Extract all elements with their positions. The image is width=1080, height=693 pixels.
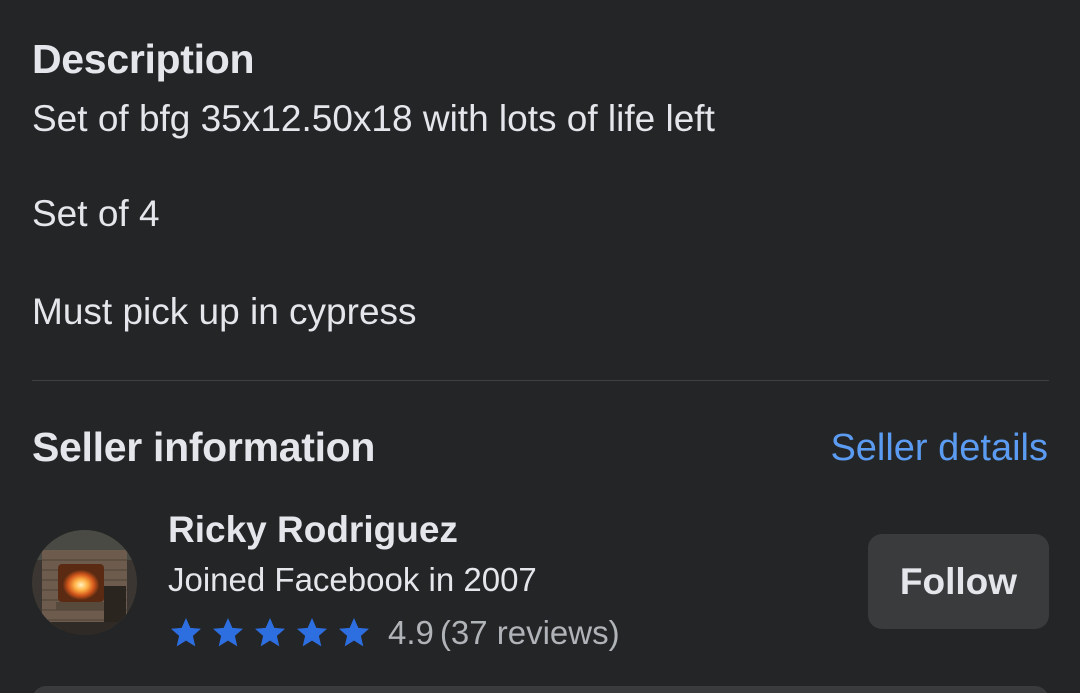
- description-line: Set of bfg 35x12.50x18 with lots of life…: [32, 98, 715, 139]
- rating-score: 4.9: [388, 614, 434, 651]
- seller-avatar[interactable]: [32, 530, 137, 635]
- star-icon: [252, 615, 288, 651]
- rating-stars: [168, 615, 378, 651]
- seller-name[interactable]: Ricky Rodriguez: [168, 509, 458, 551]
- seller-details-link[interactable]: Seller details: [830, 427, 1048, 470]
- star-icon: [294, 615, 330, 651]
- description-heading: Description: [32, 36, 255, 82]
- seller-information-heading: Seller information: [32, 424, 376, 470]
- next-section-card: [32, 686, 1049, 693]
- star-icon: [168, 615, 204, 651]
- star-icon: [336, 615, 372, 651]
- description-line: Set of 4: [32, 193, 160, 234]
- description-line: Must pick up in cypress: [32, 291, 417, 332]
- seller-rating: 4.9 (37 reviews): [168, 611, 620, 655]
- follow-button[interactable]: Follow: [868, 534, 1049, 629]
- star-icon: [210, 615, 246, 651]
- seller-avatar-image: [32, 530, 137, 635]
- listing-details-panel: Description Set of bfg 35x12.50x18 with …: [0, 0, 1080, 693]
- seller-joined-date: Joined Facebook in 2007: [168, 561, 537, 598]
- rating-review-count[interactable]: (37 reviews): [440, 614, 620, 652]
- section-divider: [32, 380, 1049, 381]
